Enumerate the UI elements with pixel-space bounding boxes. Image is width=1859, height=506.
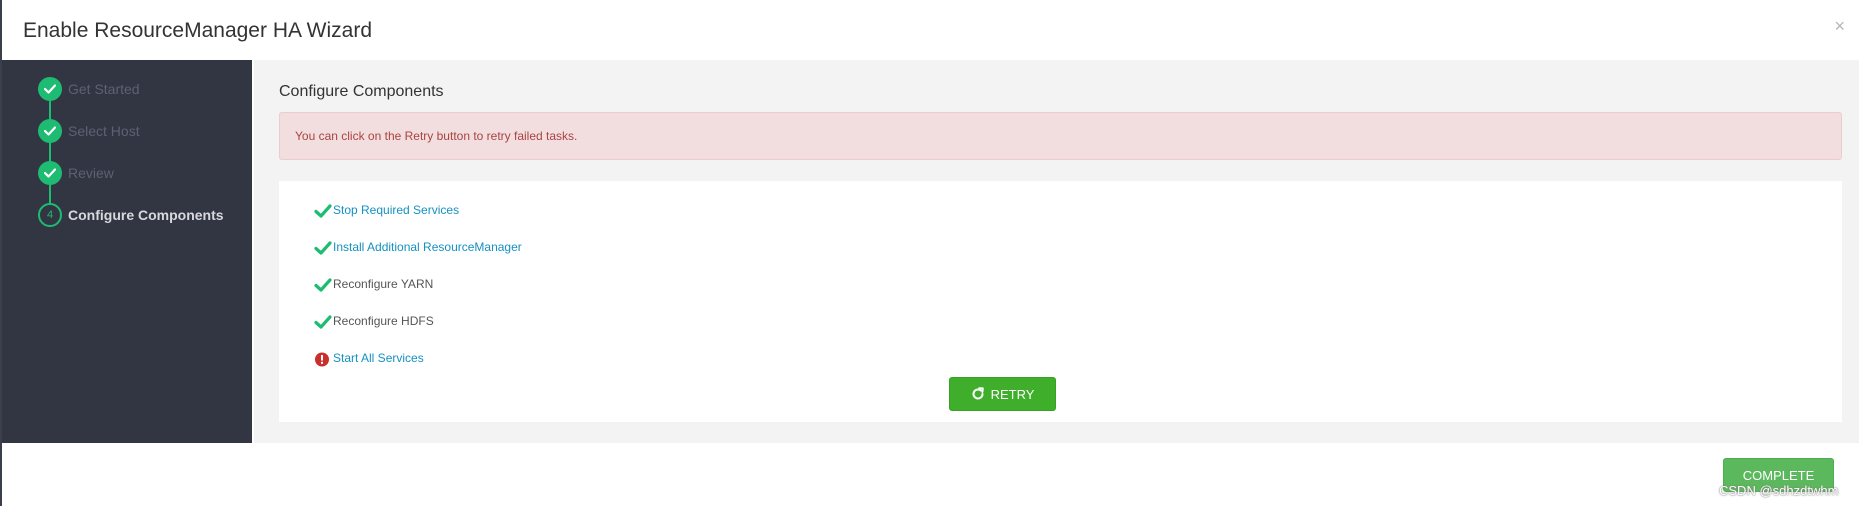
step-number: 4 xyxy=(46,209,54,221)
wizard-step-review: Review xyxy=(38,161,248,185)
step-label: Review xyxy=(68,165,114,181)
step-number-badge: 4 xyxy=(38,203,62,227)
task-row: Stop Required Services xyxy=(314,201,914,221)
step-label: Get Started xyxy=(68,81,140,97)
page-title: Configure Components xyxy=(279,83,444,100)
check-icon xyxy=(314,204,332,218)
task-link[interactable]: Start All Services xyxy=(333,351,424,365)
task-label: Reconfigure YARN xyxy=(333,277,434,291)
task-label: Reconfigure HDFS xyxy=(333,314,434,328)
alert-text: You can click on the Retry button to ret… xyxy=(295,129,578,143)
wizard-modal: Enable ResourceManager HA Wizard × Get S… xyxy=(0,0,1859,506)
wizard-step-select-host: Select Host xyxy=(38,119,248,143)
refresh-icon xyxy=(972,387,984,400)
step-label: Configure Components xyxy=(68,207,224,223)
modal-title: Enable ResourceManager HA Wizard xyxy=(23,19,373,42)
wizard-step-get-started: Get Started xyxy=(38,77,248,101)
check-icon xyxy=(314,241,332,255)
main-content: Configure Components You can click on th… xyxy=(254,60,1859,443)
task-row: Reconfigure HDFS xyxy=(314,312,914,332)
check-icon xyxy=(38,161,62,185)
check-icon xyxy=(314,278,332,292)
tasks-panel: Stop Required Services Install Additiona… xyxy=(279,181,1842,422)
watermark: CSDN @sdhzdtwhm xyxy=(1719,483,1839,498)
retry-alert: You can click on the Retry button to ret… xyxy=(279,112,1842,160)
wizard-steps-sidebar: Get Started Select Host Review 4 Configu… xyxy=(2,60,252,443)
wizard-step-configure-components: 4 Configure Components xyxy=(38,203,248,227)
step-label: Select Host xyxy=(68,123,140,139)
check-icon xyxy=(314,315,332,329)
check-icon xyxy=(38,77,62,101)
task-row: Install Additional ResourceManager xyxy=(314,238,914,258)
retry-button[interactable]: RETRY xyxy=(949,377,1056,411)
error-icon xyxy=(315,352,329,367)
modal-header: Enable ResourceManager HA Wizard × xyxy=(2,0,1859,60)
task-link[interactable]: Stop Required Services xyxy=(333,203,459,217)
task-row: Reconfigure YARN xyxy=(314,275,914,295)
task-link[interactable]: Install Additional ResourceManager xyxy=(333,240,522,254)
task-row: Start All Services xyxy=(314,349,914,369)
check-icon xyxy=(38,119,62,143)
retry-label: RETRY xyxy=(990,386,1035,402)
close-icon[interactable]: × xyxy=(1834,16,1845,36)
